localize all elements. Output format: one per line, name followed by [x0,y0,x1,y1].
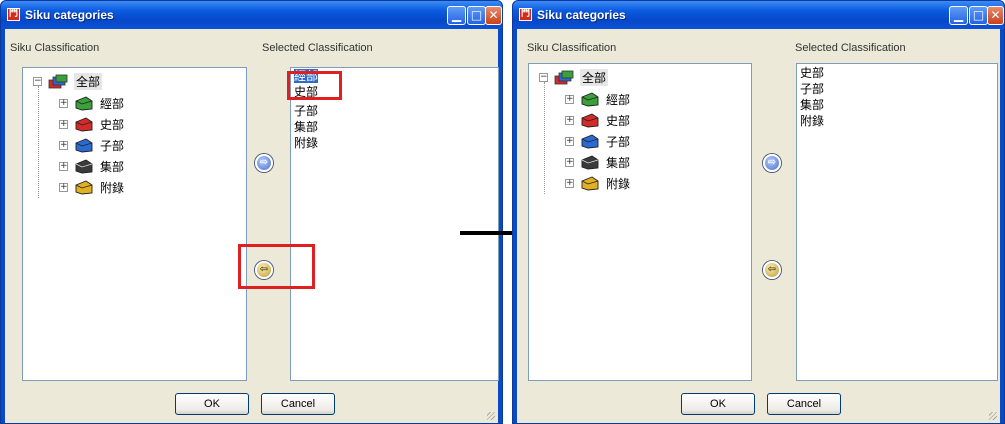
selected-classification-label: Selected Classification [262,42,373,54]
tree-item-fulu[interactable]: + 附錄 [565,174,630,192]
expand-icon[interactable]: + [59,98,68,108]
expand-icon[interactable]: + [59,140,68,150]
book-icon [75,137,93,152]
dialog-after: 門 Siku categories ▁ □ ✕ Siku Classificat… [512,0,1005,424]
expand-icon[interactable]: + [565,157,574,167]
tree-root-label: 全部 [580,68,609,86]
tree-item-label: 史部 [100,117,125,132]
titlebar[interactable]: 門 Siku categories ▁ □ ✕ [513,1,1004,29]
list-item[interactable]: 附錄 [294,136,318,150]
tree-item-label: 經部 [606,92,631,107]
expand-icon[interactable]: + [565,115,574,125]
dialog-before: 門 Siku categories ▁ □ ✕ Siku Classificat… [0,0,503,424]
arrow-right-icon: ⇨ [259,157,269,168]
siku-classification-label: Siku Classification [527,42,617,54]
arrow-right-icon: ⇨ [767,157,777,168]
maximize-button[interactable]: □ [969,6,988,25]
resize-grip[interactable] [989,412,997,420]
tree-item-zi[interactable]: + 子部 [59,136,124,154]
add-arrow-button[interactable]: ⇨ [763,154,781,172]
close-button[interactable]: ✕ [485,6,502,25]
expand-icon[interactable]: + [59,119,68,129]
tree-item-label: 集部 [100,159,125,174]
window-title: Siku categories [537,8,626,22]
tree-item-shi[interactable]: + 史部 [59,115,124,133]
dialog-client: Siku Classification Selected Classificat… [5,29,499,423]
book-icon [581,133,599,148]
list-item[interactable]: 子部 [294,104,318,118]
book-icon [75,179,93,194]
cancel-button[interactable]: Cancel [767,393,841,415]
selected-list[interactable]: 經部 史部 子部 集部 附錄 [290,67,499,381]
arrow-left-icon: ⇦ [767,264,777,275]
collapse-icon[interactable]: − [33,76,42,86]
tree-item-label: 集部 [606,155,631,170]
tree-item-shi[interactable]: + 史部 [565,111,630,129]
cancel-button[interactable]: Cancel [261,393,335,415]
close-button[interactable]: ✕ [987,6,1004,25]
tree-item-label: 子部 [100,138,125,153]
tree-item-label: 史部 [606,113,631,128]
resize-grip[interactable] [487,412,495,420]
ok-button[interactable]: OK [175,393,249,415]
tree-item-label: 子部 [606,134,631,149]
tree-item-label: 附錄 [606,176,631,191]
tree-item-jing[interactable]: + 經部 [565,90,630,108]
annotation-box-remove-button [238,244,315,289]
expand-icon[interactable]: + [59,182,68,192]
list-item[interactable]: 附錄 [800,114,824,128]
minimize-button[interactable]: ▁ [447,6,466,25]
list-item[interactable]: 史部 [800,66,824,80]
classification-tree[interactable]: − 全部 + 經部 + 史部 + 子部 + 集部 + 附錄 [528,63,752,381]
list-item[interactable]: 集部 [800,98,824,112]
book-icon [581,154,599,169]
tree-root[interactable]: − 全部 [33,72,103,90]
expand-icon[interactable]: + [565,178,574,188]
tree-root[interactable]: − 全部 [539,68,609,86]
tree-root-label: 全部 [74,72,103,90]
list-item[interactable]: 子部 [800,82,824,96]
app-icon: 門 [7,8,20,21]
book-icon [75,95,93,110]
remove-arrow-button[interactable]: ⇦ [763,261,781,279]
add-arrow-button[interactable]: ⇨ [255,154,273,172]
ok-button[interactable]: OK [681,393,755,415]
tree-item-label: 附錄 [100,180,125,195]
siku-classification-label: Siku Classification [10,42,100,54]
titlebar[interactable]: 門 Siku categories ▁ □ ✕ [1,1,502,29]
book-icon [581,175,599,190]
expand-icon[interactable]: + [565,136,574,146]
list-item[interactable]: 集部 [294,120,318,134]
annotation-box-selected-item [287,71,342,100]
collapse-icon[interactable]: − [539,72,548,82]
expand-icon[interactable]: + [59,161,68,171]
book-stack-icon [554,70,574,84]
dialog-client: Siku Classification Selected Classificat… [517,29,1000,423]
book-icon [75,116,93,131]
window-title: Siku categories [25,8,114,22]
selected-list[interactable]: 史部 子部 集部 附錄 [796,63,998,381]
tree-item-jing[interactable]: + 經部 [59,94,124,112]
book-icon [75,158,93,173]
tree-item-ji[interactable]: + 集部 [565,153,630,171]
expand-icon[interactable]: + [565,94,574,104]
tree-item-label: 經部 [100,96,125,111]
book-stack-icon [48,74,68,88]
tree-item-ji[interactable]: + 集部 [59,157,124,175]
classification-tree[interactable]: − 全部 + 經部 + 史部 + 子部 + 集部 + 附錄 [22,67,247,381]
tree-item-zi[interactable]: + 子部 [565,132,630,150]
tree-item-fulu[interactable]: + 附錄 [59,178,124,196]
minimize-button[interactable]: ▁ [949,6,968,25]
maximize-button[interactable]: □ [467,6,486,25]
app-icon: 門 [519,8,532,21]
book-icon [581,91,599,106]
selected-classification-label: Selected Classification [795,42,906,54]
book-icon [581,112,599,127]
